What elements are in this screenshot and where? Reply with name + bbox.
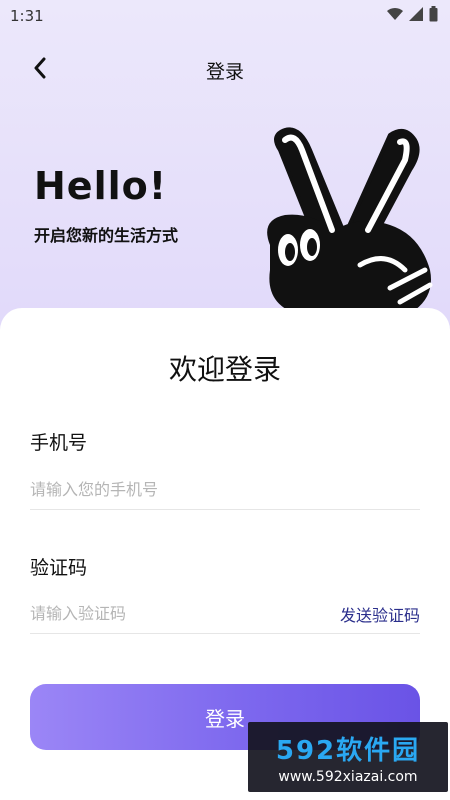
status-icons	[387, 6, 438, 26]
signal-icon	[409, 7, 423, 25]
page-title: 登录	[205, 60, 244, 83]
code-label: 验证码	[30, 557, 88, 579]
hero-greeting: Hello!	[34, 164, 168, 208]
welcome-heading: 欢迎登录	[168, 353, 281, 386]
code-field: 发送验证码	[30, 594, 420, 634]
watermark-logo: 592软件园 www.592xiazai.com	[248, 722, 448, 792]
phone-label: 手机号	[30, 432, 88, 454]
wifi-icon	[387, 7, 403, 25]
code-input[interactable]	[30, 604, 290, 623]
battery-icon	[429, 6, 438, 26]
peace-hand-illustration	[240, 120, 440, 320]
hero-subtitle: 开启您新的生活方式	[34, 226, 179, 245]
chevron-left-icon	[32, 57, 48, 83]
back-button[interactable]	[26, 56, 54, 84]
phone-input[interactable]	[30, 480, 290, 499]
nav-bar: 登录	[0, 48, 450, 92]
watermark-brand: 592软件园	[275, 735, 421, 766]
phone-field	[30, 470, 420, 510]
send-code-button[interactable]: 发送验证码	[340, 602, 420, 626]
status-bar: 1:31	[0, 0, 450, 32]
status-time: 1:31	[10, 7, 44, 25]
watermark-url: www.592xiazai.com	[278, 768, 418, 785]
